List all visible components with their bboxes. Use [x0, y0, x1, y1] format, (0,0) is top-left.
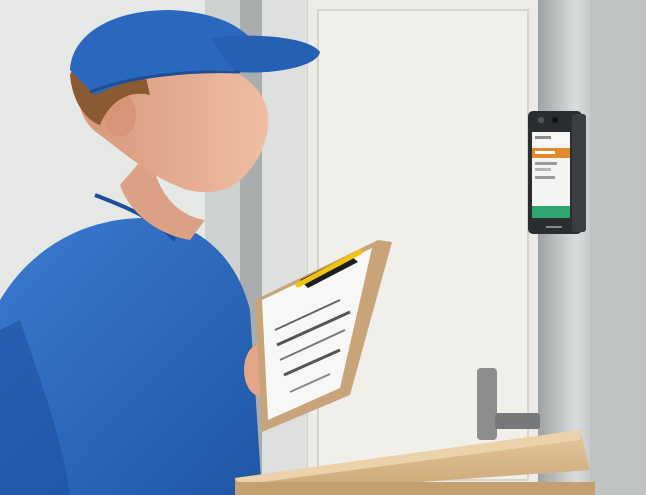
terminal-confirm-bar — [532, 206, 570, 218]
door-handle-bar — [495, 413, 540, 429]
photo-scene — [0, 0, 646, 495]
door-handle — [477, 368, 497, 440]
photo-illustration — [0, 0, 646, 495]
steel-column-side — [590, 0, 646, 495]
face-recognition-terminal-icon — [528, 111, 586, 234]
terminal-screen — [532, 132, 570, 218]
